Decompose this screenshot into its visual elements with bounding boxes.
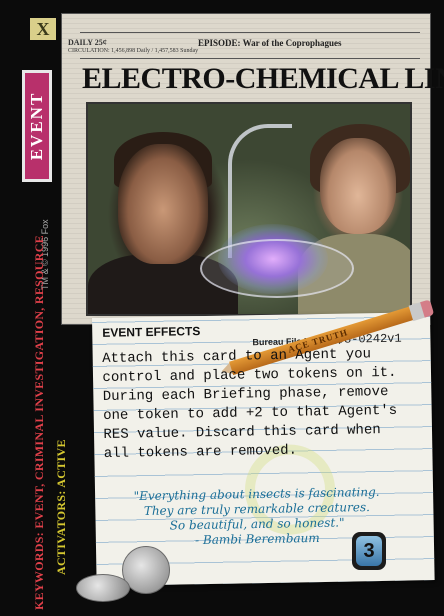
newspaper-daily: DAILY 25¢ (68, 38, 107, 47)
artwork-figure-right-face (320, 138, 396, 234)
masthead-rule-top (80, 32, 420, 33)
set-symbol: X (30, 18, 56, 40)
newspaper: DAILY 25¢ CIRCULATION: 1,456,898 Daily /… (62, 14, 444, 324)
effects-header: EVENT EFFECTS (102, 324, 201, 340)
keywords: KEYWORDS: EVENT, CRIMINAL INVESTIGATION,… (32, 235, 46, 610)
newspaper-circulation: CIRCULATION: 1,456,898 Daily / 1,457,583… (68, 48, 199, 54)
cost-value: 3 (356, 536, 382, 566)
card-type: EVENT (27, 91, 46, 161)
coin-illustration (76, 574, 130, 602)
masthead-rule-bottom (80, 58, 420, 59)
artwork-figure-left-face (118, 144, 208, 264)
newspaper-episode: EPISODE: War of the Coprophagues (198, 38, 342, 48)
activators: ACTIVATORS: ACTIVE (54, 439, 68, 575)
artwork-petri-dish (200, 239, 354, 298)
card-type-box: EVENT (22, 70, 52, 182)
card: X EVENT TM & © 1996 Fox KEYWORDS: EVENT,… (0, 0, 444, 616)
card-title: ELECTRO-CHEMICAL LINK (82, 62, 444, 95)
effect-text: Attach this card to an Agent you control… (102, 344, 424, 464)
cost-badge: 3 (352, 532, 386, 570)
card-artwork (86, 102, 412, 316)
